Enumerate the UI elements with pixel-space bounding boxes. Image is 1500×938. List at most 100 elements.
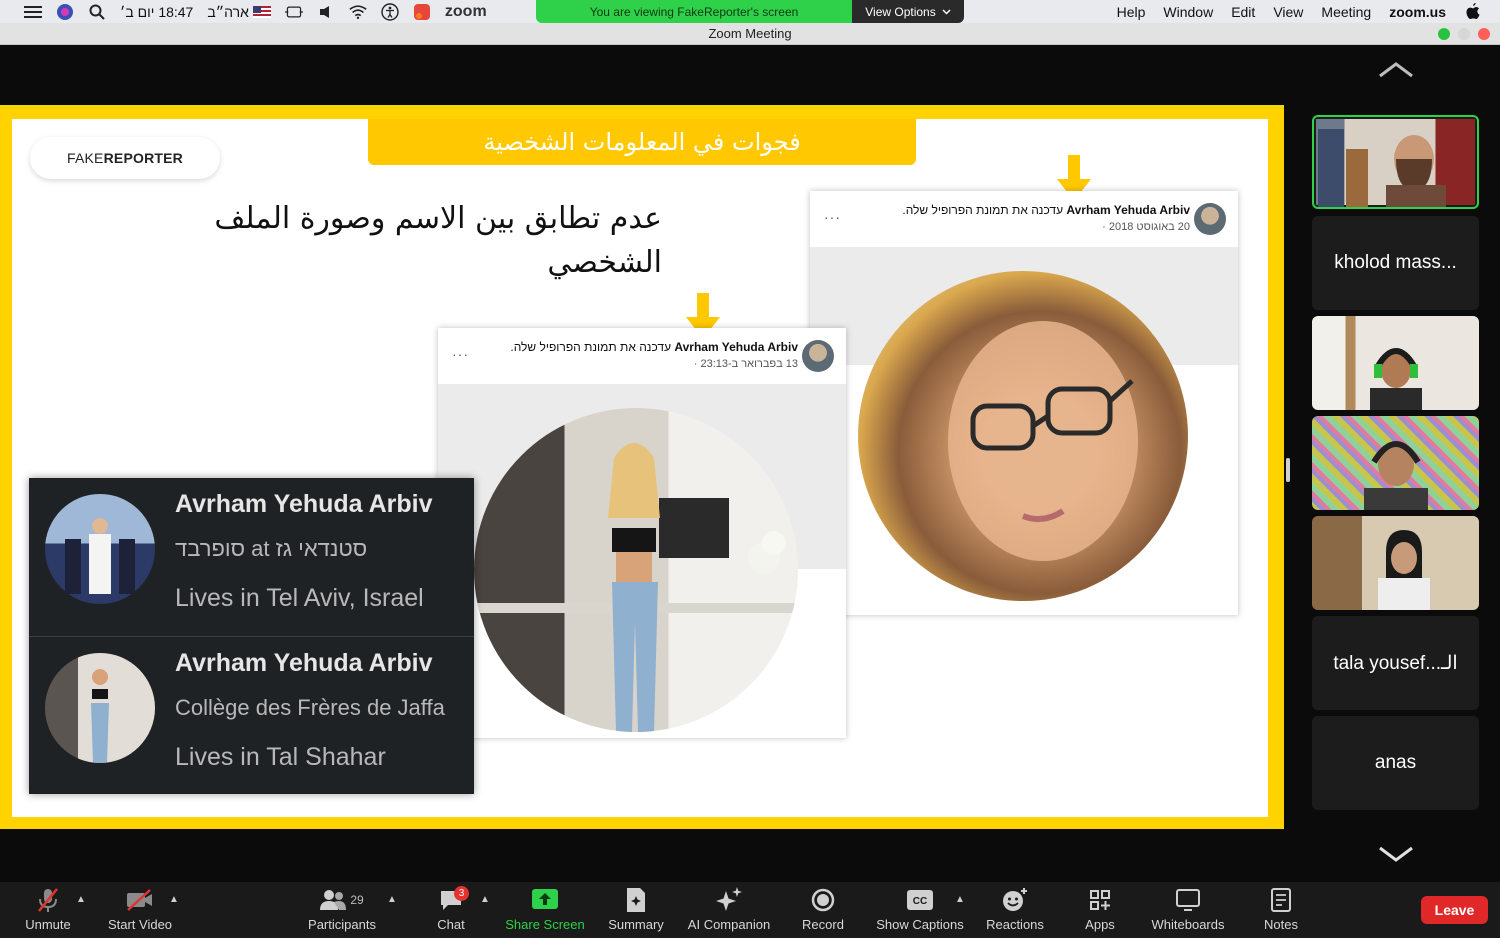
minimize-window-button[interactable] — [1458, 28, 1470, 40]
menu-help[interactable]: Help — [1117, 4, 1146, 20]
menu-zoom-us[interactable]: zoom.us — [1389, 4, 1446, 20]
post-author-line: Avrham Yehuda Arbiv עדכנה את תמונת הפרופ… — [510, 340, 798, 354]
menu-lines-icon[interactable] — [24, 3, 42, 21]
zoom-window-button[interactable] — [1438, 28, 1450, 40]
show-captions-button[interactable]: CC Show Captions — [872, 882, 968, 938]
logo-text-bold: REPORTER — [103, 150, 183, 166]
shared-screen: FAKE REPORTER فجوات في المعلومات الشخصية … — [0, 107, 1284, 829]
captions-caret-icon[interactable]: ▲ — [955, 894, 965, 905]
profile-school: Collège des Frères de Jaffa — [175, 695, 445, 720]
clock-text[interactable]: 18:47 יום ב׳ — [120, 4, 193, 20]
notes-button[interactable]: Notes — [1258, 882, 1304, 938]
video-options-caret-icon[interactable]: ▲ — [169, 894, 179, 905]
profile-name: Avrham Yehuda Arbiv — [175, 649, 433, 677]
apps-icon — [1086, 887, 1114, 913]
window-controls — [1438, 28, 1490, 40]
list-item[interactable]: Avrham Yehuda Arbiv סופרבד at סטנדאי גז … — [29, 478, 474, 636]
share-screen-label: Share Screen — [505, 917, 585, 932]
reactions-button[interactable]: Reactions — [982, 882, 1048, 938]
participant-tile[interactable]: anas — [1312, 716, 1479, 810]
presentation-slide: FAKE REPORTER فجوات في المعلومات الشخصية … — [12, 119, 1268, 817]
more-options-icon: ··· — [452, 346, 469, 362]
slide-heading-line2: الشخصي — [547, 245, 662, 280]
muted-mic-icon — [34, 887, 62, 913]
audio-options-caret-icon[interactable]: ▲ — [76, 894, 86, 905]
show-captions-label: Show Captions — [876, 917, 964, 932]
video-feed — [1316, 119, 1475, 207]
participant-name: tala yousef...الـ — [1333, 652, 1458, 674]
profile-name: Avrham Yehuda Arbiv — [175, 490, 433, 518]
menu-edit[interactable]: Edit — [1231, 4, 1255, 20]
leave-button[interactable]: Leave — [1421, 896, 1488, 924]
record-label: Record — [802, 917, 844, 932]
video-off-icon — [126, 887, 154, 913]
summary-icon — [622, 887, 650, 913]
participants-count: 29 — [350, 893, 364, 907]
chevron-down-icon[interactable] — [1378, 844, 1414, 864]
profile-location: Lives in Tel Aviv, Israel — [175, 584, 424, 612]
accessibility-icon[interactable] — [381, 2, 399, 21]
share-screen-button[interactable]: Share Screen — [502, 882, 588, 938]
whiteboard-icon — [1174, 887, 1202, 913]
participant-tile[interactable] — [1312, 316, 1479, 410]
list-item[interactable]: Avrham Yehuda Arbiv Collège des Frères d… — [29, 636, 474, 794]
participants-caret-icon[interactable]: ▲ — [387, 894, 397, 905]
menu-view[interactable]: View — [1273, 4, 1303, 20]
profile-photo-glasses-woman — [858, 271, 1188, 601]
video-feed — [1312, 316, 1479, 410]
profile-location: Lives in Tal Shahar — [175, 743, 386, 771]
whiteboards-label: Whiteboards — [1151, 917, 1225, 932]
start-video-button[interactable]: Start Video — [102, 882, 178, 938]
participant-tile[interactable] — [1312, 516, 1479, 610]
wifi-icon[interactable] — [349, 3, 367, 21]
reactions-label: Reactions — [986, 917, 1044, 932]
post-avatar — [1194, 203, 1226, 235]
whiteboards-button[interactable]: Whiteboards — [1146, 882, 1230, 938]
menu-window[interactable]: Window — [1163, 4, 1213, 20]
view-options-button[interactable]: View Options — [852, 0, 964, 23]
participant-tile[interactable] — [1312, 416, 1479, 510]
fakereporter-logo: FAKE REPORTER — [30, 137, 220, 179]
view-options-label: View Options — [865, 4, 936, 19]
audio-icon[interactable] — [317, 3, 335, 21]
zoom-app-label[interactable]: zoom — [445, 3, 487, 21]
avatar — [45, 494, 155, 604]
display-sync-icon[interactable] — [284, 3, 303, 21]
unmute-button[interactable]: Unmute — [18, 882, 78, 938]
search-icon[interactable] — [88, 3, 106, 21]
menu-meeting[interactable]: Meeting — [1321, 4, 1371, 20]
input-source-label[interactable]: ארה״ב — [207, 4, 271, 20]
logo-text-regular: FAKE — [67, 150, 104, 166]
participant-name: anas — [1374, 752, 1417, 773]
chevron-up-icon[interactable] — [1378, 60, 1414, 80]
participant-tile[interactable] — [1312, 115, 1479, 209]
participant-name: kholod mass... — [1334, 252, 1457, 273]
participant-tile[interactable]: kholod mass... — [1312, 216, 1479, 310]
svg-text:CC: CC — [913, 896, 927, 907]
record-button[interactable]: Record — [796, 882, 850, 938]
us-flag-icon — [252, 5, 271, 18]
apps-label: Apps — [1085, 917, 1115, 932]
participant-tile[interactable]: tala yousef...الـ — [1312, 616, 1479, 710]
summary-label: Summary — [608, 917, 664, 932]
participants-button[interactable]: 29 Participants — [304, 882, 380, 938]
viewing-screen-label: You are viewing FakeReporter's screen — [536, 0, 852, 23]
summary-button[interactable]: Summary — [604, 882, 668, 938]
participants-label: Participants — [308, 917, 376, 932]
apps-button[interactable]: Apps — [1078, 882, 1122, 938]
gallery-resize-handle[interactable] — [1286, 458, 1290, 482]
unmute-label: Unmute — [25, 917, 71, 932]
chat-caret-icon[interactable]: ▲ — [480, 894, 490, 905]
apple-icon[interactable] — [1464, 2, 1482, 21]
reactions-icon — [1001, 887, 1029, 913]
notes-icon — [1267, 887, 1295, 913]
captions-icon: CC — [906, 887, 934, 913]
zoom-status-icon[interactable] — [413, 3, 431, 21]
share-screen-icon — [531, 887, 559, 913]
share-border-top — [0, 105, 1284, 109]
profile-search-results: Avrham Yehuda Arbiv סופרבד at סטנדאי גז … — [29, 478, 474, 794]
siri-icon[interactable] — [56, 3, 74, 21]
post-date: 13 בפברואר ב-23:13 · — [693, 358, 798, 370]
ai-companion-button[interactable]: AI Companion — [684, 882, 774, 938]
close-window-button[interactable] — [1478, 28, 1490, 40]
